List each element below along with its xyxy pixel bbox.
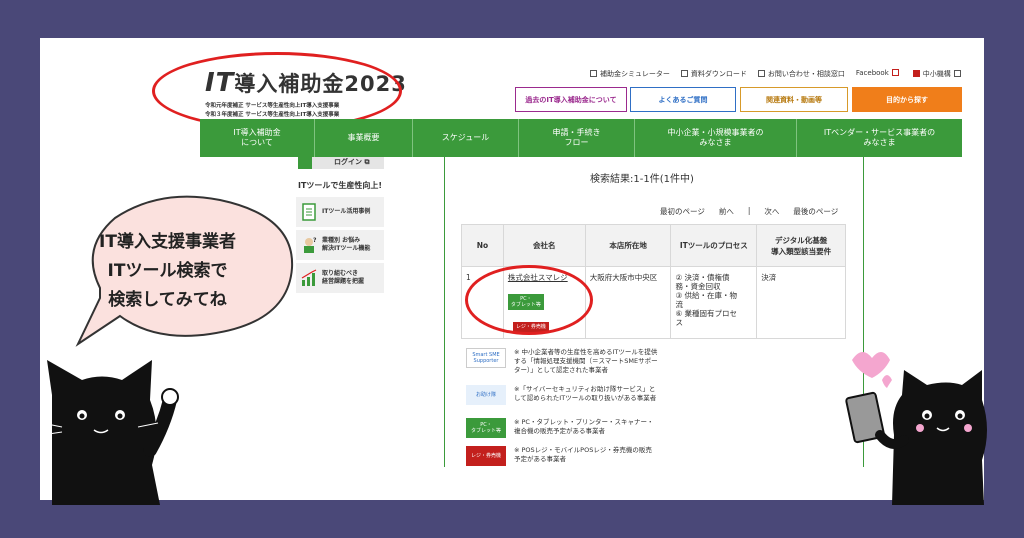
documents-button[interactable]: 関連資料・動画等 xyxy=(740,87,848,112)
pager-next[interactable]: 次へ xyxy=(764,206,779,217)
speech-bubble-text: IT導入支援事業者 ITツール検索で 検索してみてね xyxy=(99,232,236,310)
register-badge: レジ・券売機 xyxy=(466,446,506,466)
legend-text: ※ 中小企業者等の生産性を高めるITツールを提供 する「情報処理支援機関（＝スマ… xyxy=(514,348,658,374)
sidebar-section-title: ITツールで生産性向上! xyxy=(298,181,383,190)
utility-link-simulator[interactable]: 補助金シミュレーター xyxy=(590,69,670,79)
utility-label: Facebook xyxy=(855,69,889,77)
security-badge: お助け隊 xyxy=(466,385,506,405)
pagination: 最初のページ 前へ | 次へ 最後のページ xyxy=(660,206,838,217)
utility-link-smrj[interactable]: 中小機構 xyxy=(912,69,964,79)
utility-link-facebook[interactable]: Facebook xyxy=(856,69,902,79)
search-result-count: 検索結果:1-1件(1件中) xyxy=(590,174,694,185)
external-link-icon: ⧉ xyxy=(364,158,370,166)
utility-label: お問い合わせ・相談窓口 xyxy=(767,70,845,78)
smrj-logo-icon xyxy=(912,70,920,77)
nav-vendor[interactable]: ITベンダー・サービス事業者の みなさま xyxy=(797,119,962,157)
main-nav: IT導入補助金 について 事業概要 スケジュール 申請・手続き フロー 中小企業… xyxy=(200,119,962,157)
col-header-address: 本店所在地 xyxy=(584,224,672,267)
cat-waving-illustration xyxy=(42,360,179,505)
legend-text: ※ POSレジ・モバイルPOSレジ・券売機の販売 予定がある事業者 xyxy=(514,446,652,463)
col-header-no: No xyxy=(461,224,504,267)
legend-security: お助け隊 ※「サイバーセキュリティお助け隊サービス」と して認められたITツール… xyxy=(466,385,714,405)
nav-overview[interactable]: 事業概要 xyxy=(315,119,413,157)
company-highlight-circle xyxy=(465,265,593,335)
nav-schedule[interactable]: スケジュール xyxy=(413,119,519,157)
cell-requirement: 決済 xyxy=(756,266,846,339)
utility-link-contact[interactable]: お問い合わせ・相談窓口 xyxy=(757,69,845,79)
legend-register: レジ・券売機 ※ POSレジ・モバイルPOSレジ・券売機の販売 予定がある事業者 xyxy=(466,446,714,466)
sidebar-item-label: 取り組むべき 経営課題を把握 xyxy=(322,270,365,285)
col-header-company: 会社名 xyxy=(502,224,586,267)
pc-tablet-badge: PC・ タブレット等 xyxy=(466,418,506,438)
bar-chart-icon xyxy=(301,269,317,286)
legend-text: ※「サイバーセキュリティお助け隊サービス」と して認められたITツールの取り扱い… xyxy=(514,385,657,402)
nav-sme[interactable]: 中小企業・小規模事業者の みなさま xyxy=(635,119,797,157)
sidebar-item-label: 業種別 お悩み 解決ITツール機能 xyxy=(322,237,371,252)
smart-sme-badge: Smart SME Supporter xyxy=(466,348,506,368)
legend-pc: PC・ タブレット等 ※ PC・タブレット・プリンター・スキャナー・ 複合機の販… xyxy=(466,418,714,438)
utility-label: 資料ダウンロード xyxy=(690,70,747,78)
utility-label: 中小機構 xyxy=(922,70,951,78)
legend-text: ※ PC・タブレット・プリンター・スキャナー・ 複合機の販売予定がある事業者 xyxy=(514,418,654,435)
panel-border-left xyxy=(444,157,445,467)
sidebar-item-case-studies[interactable]: ITツール活用事例 xyxy=(296,197,384,227)
nav-application-flow[interactable]: 申請・手続き フロー xyxy=(519,119,635,157)
col-header-requirement: デジタル化基盤 導入類型該当要件 xyxy=(756,224,846,267)
nav-about[interactable]: IT導入補助金 について xyxy=(200,119,315,157)
download-icon xyxy=(680,70,688,77)
faq-button[interactable]: よくあるご質問 xyxy=(630,87,736,112)
calculator-icon xyxy=(590,70,597,77)
search-by-purpose-button[interactable]: 目的から探す xyxy=(852,87,962,112)
past-subsidy-button[interactable]: 過去のIT導入補助金について xyxy=(515,87,627,112)
pager-first[interactable]: 最初のページ xyxy=(660,206,705,217)
cell-process: ② 決済・債権債 務・資金回収 ③ 供給・在庫・物 流 ⑥ 業種固有プロセ ス xyxy=(670,266,758,339)
cat-tablet-illustration xyxy=(845,351,987,505)
utility-links: 補助金シミュレーター 資料ダウンロード お問い合わせ・相談窓口 Facebook… xyxy=(590,69,964,79)
person-question-icon: ? xyxy=(304,237,317,253)
sidebar-item-label: ITツール活用事例 xyxy=(322,208,371,215)
cell-address: 大阪府大阪市中央区 xyxy=(584,266,672,339)
external-link-icon xyxy=(891,69,899,76)
person-icon xyxy=(757,70,765,77)
document-icon xyxy=(302,203,316,221)
login-label: ログイン xyxy=(334,158,362,166)
utility-label: 補助金シミュレーター xyxy=(600,70,670,78)
svg-text:?: ? xyxy=(313,237,317,244)
pager-separator: | xyxy=(747,206,751,215)
pager-prev[interactable]: 前へ xyxy=(719,206,734,217)
legend-smart-sme: Smart SME Supporter ※ 中小企業者等の生産性を高めるITツー… xyxy=(466,348,714,375)
external-link-icon xyxy=(953,70,961,77)
pager-last[interactable]: 最後のページ xyxy=(793,206,838,217)
col-header-process: ITツールのプロセス xyxy=(670,224,758,267)
login-badge xyxy=(298,157,312,169)
sidebar-item-industry[interactable]: ? 業種別 お悩み 解決ITツール機能 xyxy=(296,230,384,260)
table-header-row: No 会社名 本店所在地 ITツールのプロセス デジタル化基盤 導入類型該当要件 xyxy=(461,224,846,267)
sidebar-item-issues[interactable]: 取り組むべき 経営課題を把握 xyxy=(296,263,384,293)
utility-link-download[interactable]: 資料ダウンロード xyxy=(680,69,747,79)
